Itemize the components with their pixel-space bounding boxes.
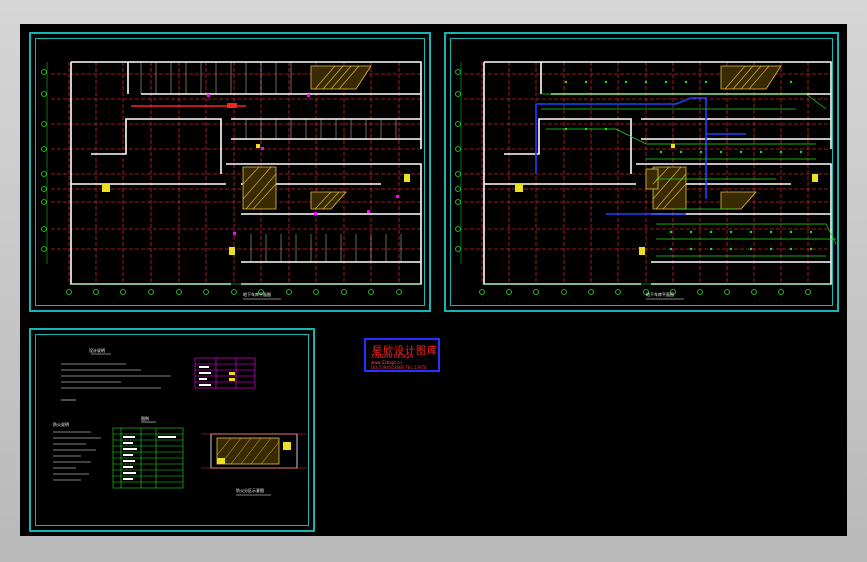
drawing-canvas[interactable]: 地下车库平面图 地下车库平面图 设计说明 防火说明 图例 防火分区示意图 星欣设…	[20, 24, 847, 536]
notes-left-heading: 防火说明	[53, 422, 69, 427]
plan-left-drawing	[41, 61, 422, 300]
notes-sheet-drawing	[53, 353, 307, 496]
sheet-notes[interactable]: 设计说明 防火说明 图例 防火分区示意图	[29, 328, 315, 532]
legend-heading: 图例	[141, 416, 149, 421]
detail-caption: 防火分区示意图	[236, 488, 264, 493]
notes-heading: 设计说明	[89, 348, 105, 353]
plan-right-drawing	[455, 61, 837, 300]
plan-left-caption: 地下车库平面图	[243, 292, 271, 297]
watermark-contact: QQ:1094503666 TEL:13978	[371, 365, 427, 370]
sheet-plan-right[interactable]: 地下车库平面图	[444, 32, 839, 312]
plan-right-caption: 地下车库平面图	[646, 292, 674, 297]
watermark-stamp: 星欣设计图库 XINGXIN DESIGN www.52bapt.cn QQ:1…	[364, 338, 440, 372]
sheet-plan-left[interactable]: 地下车库平面图	[29, 32, 431, 312]
